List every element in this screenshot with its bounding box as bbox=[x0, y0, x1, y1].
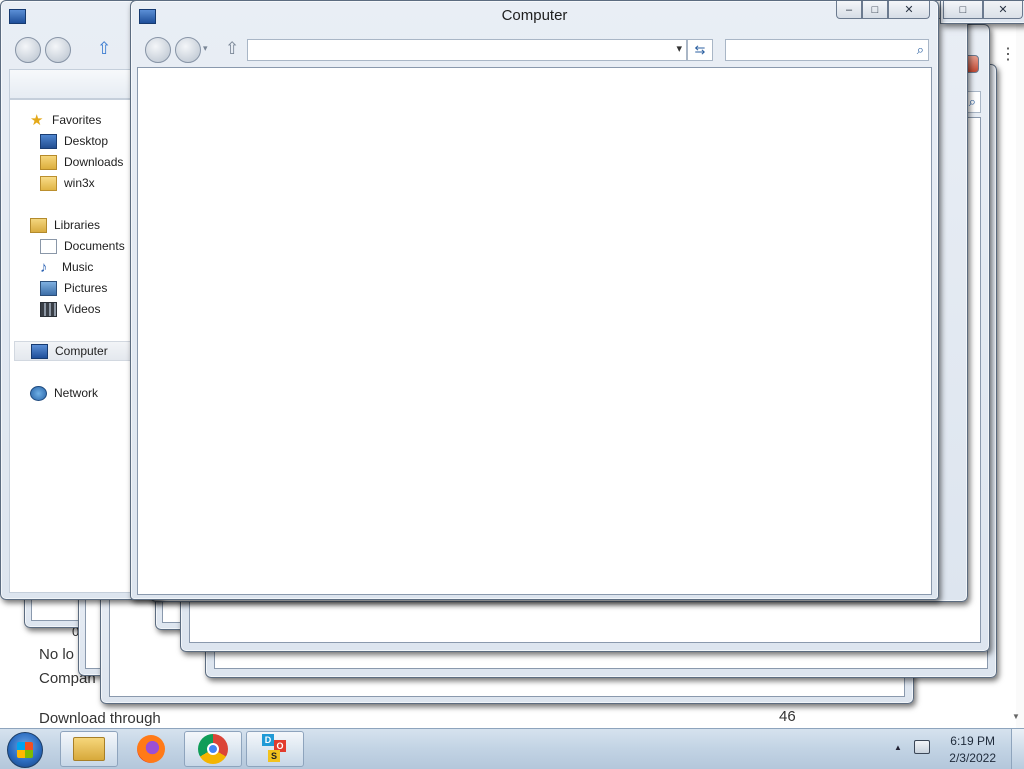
show-hidden-icons-button[interactable]: ▲ bbox=[894, 743, 902, 752]
close-button[interactable]: ✕ bbox=[888, 1, 930, 19]
clock-date: 2/3/2022 bbox=[949, 751, 996, 765]
bg-count: 46 bbox=[779, 708, 796, 725]
nav-computer-label: Computer bbox=[55, 344, 108, 358]
forward-button[interactable] bbox=[175, 37, 201, 63]
network-icon bbox=[30, 385, 47, 401]
nav-downloads-label: Downloads bbox=[64, 155, 124, 169]
search-icon: ⌕ bbox=[968, 94, 976, 109]
nav-network-label: Network bbox=[54, 386, 99, 400]
taskbar-explorer-button[interactable] bbox=[60, 731, 118, 767]
computer-window[interactable]: Computer – □ ✕ ▾ ⇧ ▾ ⇆ ⌕ bbox=[130, 0, 939, 600]
search-input[interactable]: ⌕ bbox=[725, 39, 929, 61]
taskbar-chrome-button[interactable] bbox=[184, 731, 242, 767]
documents-icon bbox=[40, 238, 57, 254]
content-area[interactable] bbox=[137, 67, 932, 595]
taskbar-dosbox-button[interactable]: D O S bbox=[246, 731, 304, 767]
computer-icon bbox=[31, 343, 48, 359]
stacked-window-8-close-button[interactable]: ✕ bbox=[983, 1, 1023, 19]
dosbox-d-letter: D bbox=[262, 734, 274, 746]
firefox-icon bbox=[137, 735, 165, 763]
stacked-window-8-maximize-button[interactable]: □ bbox=[943, 1, 983, 19]
chrome-center-icon bbox=[207, 743, 219, 755]
nav-desktop[interactable]: Desktop bbox=[40, 131, 108, 151]
nav-libraries-label: Libraries bbox=[54, 218, 101, 232]
clock-time: 6:19 PM bbox=[950, 734, 995, 748]
videos-icon bbox=[40, 301, 57, 317]
bg-more-icon[interactable]: ⋮ bbox=[1000, 44, 1016, 64]
nav-desktop-label: Desktop bbox=[64, 134, 109, 148]
start-button[interactable] bbox=[7, 732, 43, 768]
clock[interactable]: 6:19 PM 2/3/2022 bbox=[949, 733, 996, 767]
back-button[interactable] bbox=[15, 37, 41, 63]
window-title: Computer bbox=[501, 7, 568, 24]
explorer-icon bbox=[73, 737, 105, 761]
close-icon: ✕ bbox=[904, 4, 914, 16]
nav-libraries[interactable]: Libraries bbox=[30, 215, 100, 235]
pictures-icon bbox=[40, 280, 57, 296]
recent-pages-dropdown[interactable]: ▾ bbox=[203, 43, 208, 54]
nav-documents-label: Documents bbox=[64, 239, 125, 253]
address-dropdown-icon[interactable]: ▾ bbox=[676, 42, 682, 55]
music-icon: ♪ bbox=[40, 258, 48, 276]
star-icon: ★ bbox=[30, 111, 44, 129]
nav-computer[interactable]: Computer bbox=[14, 341, 134, 361]
up-icon[interactable]: ⇧ bbox=[225, 39, 239, 59]
forward-button[interactable] bbox=[45, 37, 71, 63]
address-bar[interactable]: ▾ bbox=[247, 39, 687, 61]
chrome-icon bbox=[198, 734, 228, 764]
nav-favorites[interactable]: ★ Favorites bbox=[30, 110, 101, 130]
bg-text-download: Download through bbox=[39, 710, 161, 727]
close-icon: ✕ bbox=[998, 4, 1008, 16]
nav-downloads[interactable]: Downloads bbox=[40, 152, 123, 172]
nav-pictures[interactable]: Pictures bbox=[40, 278, 107, 298]
back-button[interactable] bbox=[145, 37, 171, 63]
refresh-button[interactable]: ⇆ bbox=[687, 39, 713, 61]
up-icon[interactable]: ⇧ bbox=[97, 39, 111, 59]
nav-videos[interactable]: Videos bbox=[40, 299, 100, 319]
maximize-icon: □ bbox=[959, 3, 967, 16]
libraries-icon bbox=[30, 217, 47, 233]
bg-scroll-down-icon[interactable]: ▼ bbox=[1012, 712, 1020, 721]
desktop-icon bbox=[40, 133, 57, 149]
show-desktop-button[interactable] bbox=[1011, 729, 1024, 769]
nav-music-label: Music bbox=[62, 260, 94, 274]
nav-network[interactable]: Network bbox=[30, 383, 98, 403]
bg-text-no: No lo bbox=[39, 646, 75, 663]
maximize-button[interactable]: □ bbox=[862, 1, 888, 19]
nav-win3x[interactable]: win3x bbox=[40, 173, 95, 193]
network-status-icon[interactable] bbox=[914, 740, 930, 754]
refresh-icon: ⇆ bbox=[694, 42, 706, 57]
stacked-window-8[interactable]: □ ✕ bbox=[940, 0, 1024, 24]
nav-music[interactable]: ♪ Music bbox=[40, 257, 93, 277]
taskbar: D O S ▲ 6:19 PM 2/3/2022 bbox=[0, 728, 1024, 769]
nav-favorites-label: Favorites bbox=[52, 113, 102, 127]
dosbox-icon: D O S bbox=[260, 734, 290, 764]
minimize-button[interactable]: – bbox=[836, 1, 862, 19]
windows-logo-icon bbox=[17, 742, 33, 758]
nav-videos-label: Videos bbox=[64, 302, 101, 316]
folder-icon bbox=[40, 175, 57, 191]
nav-pictures-label: Pictures bbox=[64, 281, 108, 295]
computer-window-icon bbox=[9, 9, 26, 24]
bg-scrollbar[interactable] bbox=[1016, 0, 1024, 728]
downloads-folder-icon bbox=[40, 154, 57, 170]
dosbox-s-letter: S bbox=[268, 750, 280, 762]
maximize-icon: □ bbox=[871, 3, 879, 16]
nav-win3x-label: win3x bbox=[64, 176, 95, 190]
nav-documents[interactable]: Documents bbox=[40, 236, 125, 256]
taskbar-firefox-button[interactable] bbox=[122, 731, 180, 767]
minimize-icon: – bbox=[845, 3, 853, 16]
search-icon: ⌕ bbox=[916, 42, 924, 57]
